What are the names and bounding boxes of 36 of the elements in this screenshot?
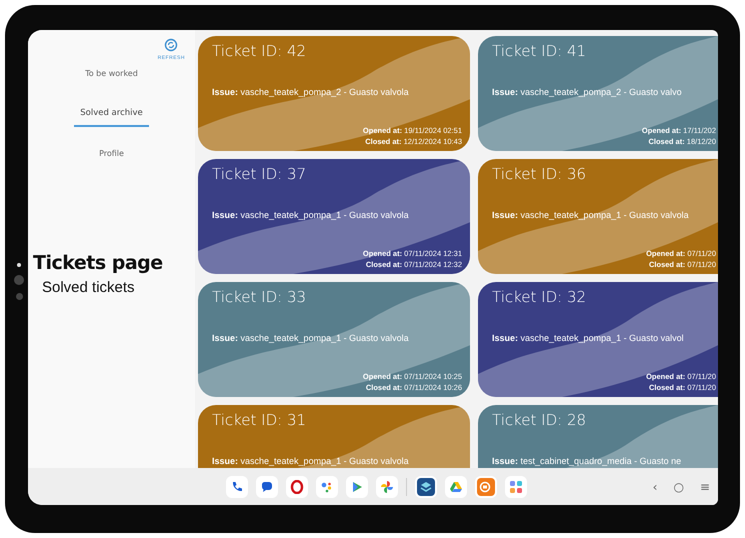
ticket-card[interactable]: Ticket ID: 31 Issue: vasche_teatek_pompa_1 - Guasto valvola	[198, 405, 470, 468]
ticket-issue: Issue: vasche_teatek_pompa_1 - Guasto valvola	[212, 333, 410, 343]
back-button[interactable]: ‹	[650, 480, 660, 494]
pinwheel-icon[interactable]	[376, 476, 398, 498]
ticket-issue: Issue: vasche_teatek_pompa_2 - Guasto valvo	[492, 87, 683, 97]
nav-tab[interactable]: Solved archive	[74, 104, 149, 127]
ticket-issue: Issue: vasche_teatek_pompa_1 - Guasto valvola	[492, 210, 690, 220]
ticket-title: Ticket ID: 28	[492, 411, 588, 429]
nav-tab[interactable]: Profile	[74, 145, 149, 166]
chat-bubble-icon[interactable]	[256, 476, 278, 498]
phone-icon[interactable]	[226, 476, 248, 498]
ticket-issue: Issue: vasche_teatek_pompa_2 - Guasto valvola	[212, 87, 410, 97]
ticket-title: Ticket ID: 42	[212, 42, 308, 60]
dots-icon[interactable]	[316, 476, 338, 498]
ticket-title: Ticket ID: 41	[492, 42, 588, 60]
ticket-title: Ticket ID: 31	[212, 411, 308, 429]
ticket-issue: Issue: vasche_teatek_pompa_1 - Guasto valvola	[212, 210, 410, 220]
ring-icon[interactable]	[286, 476, 308, 498]
play-triangle-icon[interactable]	[346, 476, 368, 498]
triangle-icon[interactable]	[445, 476, 467, 498]
ticket-issue: Issue: vasche_teatek_pompa_1 - Guasto valvol	[492, 333, 685, 343]
ticket-card[interactable]: Ticket ID: 28 Issue: test_cabinet_quadro_media - Guasto ne	[478, 405, 718, 468]
ticket-issue: Issue: test_cabinet_quadro_media - Guasto ne	[492, 456, 682, 466]
nav-tab[interactable]: To be worked	[74, 65, 149, 86]
layers-icon[interactable]	[415, 476, 437, 498]
page-title: Tickets page	[33, 252, 163, 274]
app-grid-icon[interactable]	[505, 476, 527, 498]
ticket-title: Ticket ID: 32	[492, 288, 588, 306]
ticket-title: Ticket ID: 36	[492, 165, 588, 183]
refresh-icon	[164, 38, 178, 52]
ticket-title: Ticket ID: 37	[212, 165, 308, 183]
ticket-title: Ticket ID: 33	[212, 288, 308, 306]
menu-button[interactable]: ≡	[698, 480, 712, 494]
ticket-issue: Issue: vasche_teatek_pompa_1 - Guasto valvola	[212, 456, 410, 466]
home-button[interactable]: ○	[671, 480, 686, 494]
page-subtitle: Solved tickets	[42, 279, 135, 296]
